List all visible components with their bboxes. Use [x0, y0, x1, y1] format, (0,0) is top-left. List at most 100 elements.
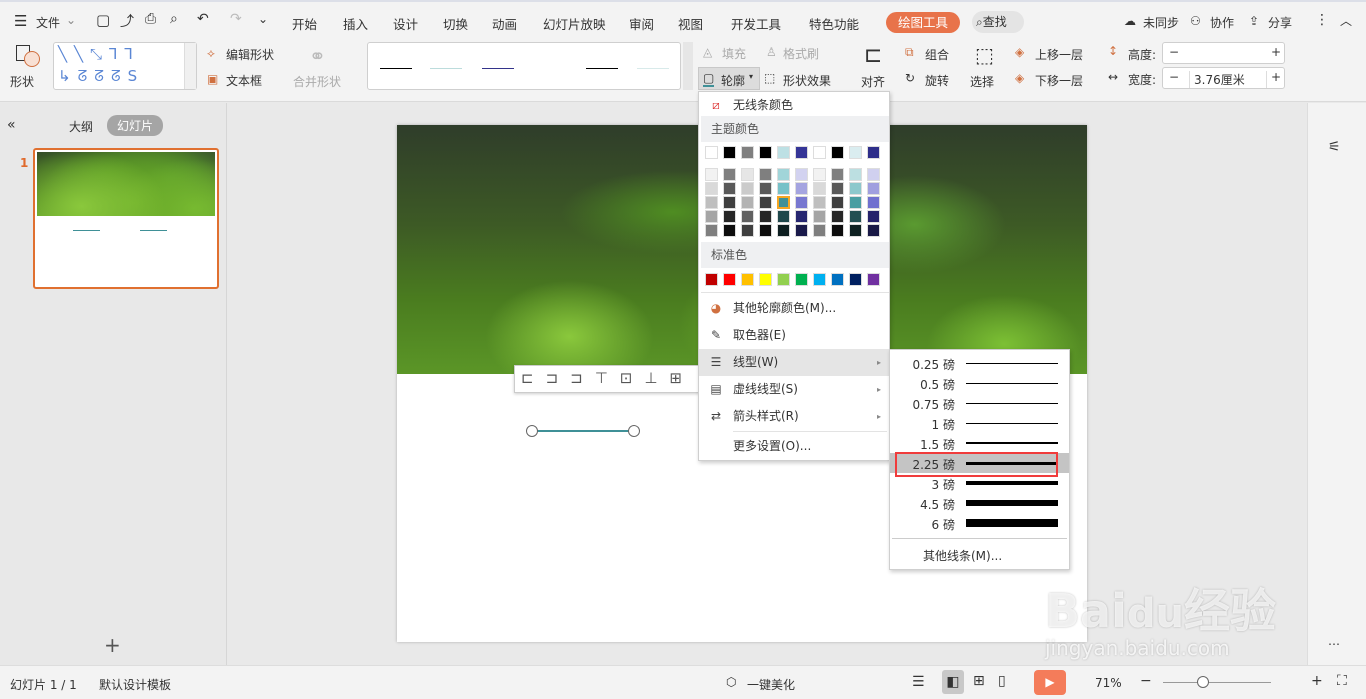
theme-shade-swatch[interactable]	[795, 168, 808, 181]
standard-color-swatch[interactable]	[795, 273, 808, 286]
theme-shade-swatch[interactable]	[705, 168, 718, 181]
height-plus-button[interactable]: +	[1271, 45, 1281, 59]
arrow-style-item[interactable]: ⇄ 箭头样式(R) ▸	[699, 403, 889, 430]
tab-drawing-tools[interactable]: 绘图工具	[886, 12, 960, 33]
theme-color-swatch[interactable]	[777, 146, 790, 159]
theme-shade-swatch[interactable]	[741, 210, 754, 223]
standard-color-swatch[interactable]	[759, 273, 772, 286]
notes-icon[interactable]: ☰	[912, 674, 925, 690]
theme-shade-swatch[interactable]	[849, 182, 862, 195]
file-menu[interactable]: 文件	[36, 14, 60, 31]
play-slideshow-button[interactable]: ▶	[1034, 670, 1066, 695]
tab-3[interactable]: 切换	[443, 14, 468, 33]
theme-color-swatch[interactable]	[741, 146, 754, 159]
theme-shade-swatch[interactable]	[741, 224, 754, 237]
line-shapes-icon[interactable]: ╲╲⤡⅂⅂	[58, 45, 140, 63]
theme-shade-swatch[interactable]	[813, 182, 826, 195]
theme-shade-swatch[interactable]	[723, 196, 736, 209]
slide-thumbnail[interactable]	[33, 148, 219, 289]
more-settings-item[interactable]: 更多设置(O)...	[699, 433, 889, 460]
standard-color-swatch[interactable]	[831, 273, 844, 286]
theme-shade-swatch[interactable]	[831, 210, 844, 223]
collab-button[interactable]: 协作	[1210, 14, 1234, 31]
collapse-panel-icon[interactable]: «	[7, 117, 16, 133]
theme-shade-swatch[interactable]	[777, 210, 790, 223]
tab-7[interactable]: 视图	[678, 14, 703, 33]
print-icon[interactable]: ⎙	[145, 11, 156, 27]
theme-shade-swatch[interactable]	[831, 196, 844, 209]
save-icon[interactable]: ▢	[96, 11, 110, 29]
line-weight-option[interactable]: 0.5 磅	[890, 373, 1069, 393]
edit-shape-button[interactable]: 编辑形状	[226, 46, 274, 63]
add-slide-button[interactable]: +	[104, 633, 121, 657]
zoom-slider-thumb[interactable]	[1196, 676, 1209, 688]
tab-2[interactable]: 设计	[393, 14, 418, 33]
standard-color-swatch[interactable]	[849, 273, 862, 286]
theme-color-swatch[interactable]	[723, 146, 736, 159]
hamburger-icon[interactable]: ☰	[14, 12, 27, 30]
chevron-down-icon[interactable]: ⌄	[66, 13, 76, 27]
shape-gallery[interactable]: ╲╲⤡⅂⅂ ↳ᘔᘔᘔS	[53, 42, 197, 90]
standard-color-swatch[interactable]	[705, 273, 718, 286]
theme-shade-swatch[interactable]	[705, 196, 718, 209]
theme-shade-swatch[interactable]	[759, 196, 772, 209]
standard-color-swatch[interactable]	[867, 273, 880, 286]
width-field[interactable]: − 3.76厘米 +	[1162, 67, 1285, 89]
selected-line-shape[interactable]	[534, 430, 634, 432]
height-field[interactable]: − +	[1162, 42, 1285, 64]
theme-shade-swatch[interactable]	[813, 224, 826, 237]
theme-shade-swatch[interactable]	[867, 196, 880, 209]
collapse-ribbon-icon[interactable]: ︿	[1340, 12, 1352, 29]
tab-8[interactable]: 开发工具	[731, 14, 781, 33]
theme-shade-swatch[interactable]	[795, 210, 808, 223]
line-style-gallery[interactable]	[367, 42, 681, 90]
theme-shade-swatch[interactable]	[867, 168, 880, 181]
zoom-in-button[interactable]: +	[1311, 673, 1323, 689]
reading-view-icon[interactable]: ▯	[998, 673, 1006, 689]
theme-shade-swatch[interactable]	[849, 196, 862, 209]
width-plus-button[interactable]: +	[1271, 70, 1281, 84]
outline-button[interactable]: ▢ 轮廓 ▾	[698, 67, 760, 90]
tab-0[interactable]: 开始	[292, 14, 317, 33]
tab-6[interactable]: 审阅	[629, 14, 654, 33]
more-outline-colors-item[interactable]: ◕ 其他轮廓颜色(M)...	[699, 295, 889, 322]
group-button[interactable]: 组合	[925, 46, 949, 63]
theme-color-swatch[interactable]	[813, 146, 826, 159]
theme-shade-swatch[interactable]	[777, 182, 790, 195]
redo-icon[interactable]: ↷	[230, 11, 242, 27]
tab-9[interactable]: 特色功能	[809, 14, 859, 33]
theme-shade-swatch[interactable]	[849, 168, 862, 181]
grid-view-icon[interactable]: ⊞	[973, 673, 985, 689]
theme-shade-swatch[interactable]	[813, 196, 826, 209]
standard-color-swatch[interactable]	[813, 273, 826, 286]
line-weight-option[interactable]: 1 磅	[890, 413, 1069, 433]
properties-icon[interactable]: ⚟	[1328, 139, 1341, 155]
connector-shapes-icon[interactable]: ↳ᘔᘔᘔS	[58, 67, 144, 85]
line-weight-item[interactable]: ☰ 线型(W) ▸	[699, 349, 889, 376]
theme-shade-swatch[interactable]	[705, 210, 718, 223]
line-end-handle[interactable]	[628, 425, 640, 437]
preview-icon[interactable]: ⌕	[170, 11, 178, 27]
sync-status[interactable]: 未同步	[1143, 14, 1179, 31]
tab-outline[interactable]: 大纲	[69, 118, 93, 135]
bring-forward-button[interactable]: 上移一层	[1035, 46, 1083, 63]
zoom-out-button[interactable]: −	[1140, 673, 1152, 689]
line-weight-option[interactable]: 4.5 磅	[890, 493, 1069, 513]
format-painter-button[interactable]: 格式刷	[783, 45, 819, 62]
rotate-button[interactable]: 旋转	[925, 72, 949, 89]
textbox-button[interactable]: 文本框	[226, 72, 262, 89]
line-weight-option[interactable]: 1.5 磅	[890, 433, 1069, 453]
fit-window-icon[interactable]: ⛶	[1337, 673, 1347, 689]
line-start-handle[interactable]	[526, 425, 538, 437]
theme-shade-swatch[interactable]	[813, 210, 826, 223]
width-minus-button[interactable]: −	[1169, 70, 1179, 84]
theme-shade-swatch[interactable]	[777, 224, 790, 237]
select-button[interactable]: 选择	[970, 73, 994, 90]
beautify-button[interactable]: 一键美化	[747, 676, 795, 693]
theme-color-swatch[interactable]	[795, 146, 808, 159]
export-icon[interactable]: ⤴	[120, 11, 134, 31]
standard-color-swatch[interactable]	[723, 273, 736, 286]
theme-shade-swatch[interactable]	[813, 168, 826, 181]
gallery-scrollbar[interactable]	[184, 43, 196, 89]
shape-button[interactable]: 形状	[10, 73, 34, 90]
